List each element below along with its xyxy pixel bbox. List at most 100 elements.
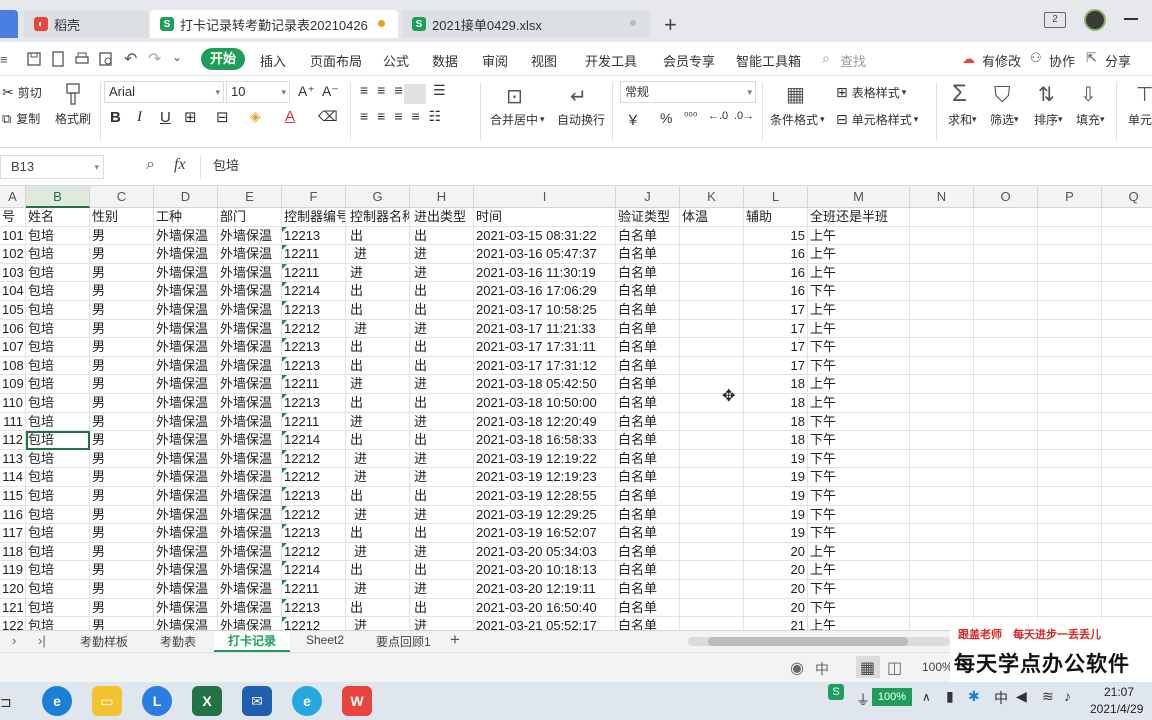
- cell[interactable]: 出: [346, 598, 410, 618]
- bold-button[interactable]: B: [110, 109, 121, 126]
- cell[interactable]: 白名单: [616, 449, 680, 469]
- cell[interactable]: 验证类型: [616, 208, 680, 227]
- cell[interactable]: 男: [90, 561, 154, 580]
- battery-indicator[interactable]: 100%: [872, 688, 912, 706]
- cell[interactable]: 包培: [26, 263, 90, 283]
- cell[interactable]: 出: [410, 226, 474, 246]
- wps-tray-icon[interactable]: S: [828, 684, 844, 700]
- cell[interactable]: 包培: [26, 505, 90, 525]
- cell[interactable]: 体温: [680, 208, 744, 227]
- spreadsheet-grid[interactable]: A B C D E F G H I J K L M N O P Q 号姓名 性别 工种 部门 控制器编号 控制器名称 进出类型…: [0, 186, 1152, 630]
- cell[interactable]: [974, 431, 1038, 450]
- clock-time[interactable]: 21:07: [1104, 685, 1134, 699]
- menu-formula[interactable]: 公式: [383, 51, 409, 70]
- cell[interactable]: 上午: [808, 301, 910, 320]
- cell[interactable]: 21: [744, 617, 808, 630]
- cell[interactable]: 进: [410, 617, 474, 630]
- cell[interactable]: 出: [410, 282, 474, 301]
- cell[interactable]: 外墙保温: [218, 356, 282, 376]
- row-number-cell[interactable]: 116: [0, 505, 26, 525]
- cell[interactable]: 包培: [26, 245, 90, 264]
- cell[interactable]: 控制器编号: [282, 208, 346, 227]
- cell[interactable]: 出: [410, 338, 474, 357]
- cell[interactable]: 外墙保温: [218, 226, 282, 246]
- cell[interactable]: 12212: [282, 449, 346, 469]
- microphone-icon[interactable]: ▮: [946, 688, 954, 705]
- cell[interactable]: 12212: [282, 468, 346, 487]
- number-format-select[interactable]: 常规 ▾: [620, 81, 756, 103]
- column-header-i[interactable]: I: [474, 186, 616, 208]
- menu-member[interactable]: 会员专享: [663, 51, 715, 70]
- border-icon[interactable]: ⊞: [184, 108, 197, 126]
- cell[interactable]: 男: [90, 598, 154, 618]
- cell[interactable]: 2021-03-16 11:30:19: [474, 263, 616, 283]
- cell[interactable]: 19: [744, 505, 808, 525]
- increase-decimal-icon[interactable]: ←.0: [708, 110, 728, 122]
- cell[interactable]: [1038, 394, 1102, 413]
- format-painter-button[interactable]: 格式刷: [55, 110, 91, 127]
- cell[interactable]: 外墙保温: [154, 226, 218, 246]
- cell[interactable]: 下午: [808, 505, 910, 525]
- cell[interactable]: 外墙保温: [154, 319, 218, 339]
- name-box[interactable]: B13 ▾: [0, 155, 104, 179]
- edge-browser-icon[interactable]: e: [42, 686, 72, 716]
- cell[interactable]: 白名单: [616, 282, 680, 301]
- cell[interactable]: 上午: [808, 394, 910, 413]
- cell[interactable]: [1102, 487, 1152, 506]
- cell[interactable]: 包培: [26, 226, 90, 246]
- cell[interactable]: 外墙保温: [154, 542, 218, 562]
- cell[interactable]: [1038, 524, 1102, 543]
- cell[interactable]: 进: [346, 617, 410, 630]
- cell[interactable]: 男: [90, 338, 154, 357]
- cell[interactable]: 包培: [26, 598, 90, 618]
- cell[interactable]: 2021-03-19 12:19:22: [474, 449, 616, 469]
- column-header-d[interactable]: D: [154, 186, 218, 208]
- cell[interactable]: 外墙保温: [154, 617, 218, 630]
- wps-icon[interactable]: W: [342, 686, 372, 716]
- cell[interactable]: [974, 449, 1038, 469]
- cell[interactable]: 外墙保温: [218, 412, 282, 432]
- cell[interactable]: [974, 505, 1038, 525]
- cell[interactable]: 2021-03-21 05:52:17: [474, 617, 616, 630]
- row-number-cell[interactable]: 107: [0, 338, 26, 357]
- cell[interactable]: 包培: [26, 487, 90, 506]
- tab-active-workbook[interactable]: S 打卡记录转考勤记录表20210426: [150, 10, 398, 38]
- cell[interactable]: [1102, 431, 1152, 450]
- cell[interactable]: 19: [744, 524, 808, 543]
- cell[interactable]: 工种: [154, 208, 218, 227]
- merge-center-button[interactable]: 合并居中 ▾: [490, 111, 545, 128]
- sum-button[interactable]: 求和 ▾: [948, 111, 977, 128]
- cell[interactable]: 进: [346, 505, 410, 525]
- cell[interactable]: 17: [744, 319, 808, 339]
- cell[interactable]: 12211: [282, 375, 346, 394]
- cell[interactable]: 包培: [26, 542, 90, 562]
- cell[interactable]: 白名单: [616, 394, 680, 413]
- cell[interactable]: 12212: [282, 542, 346, 562]
- cell[interactable]: 男: [90, 580, 154, 599]
- cell[interactable]: 2021-03-19 12:28:55: [474, 487, 616, 506]
- cell[interactable]: 下午: [808, 468, 910, 487]
- cell[interactable]: 白名单: [616, 263, 680, 283]
- cell[interactable]: 进: [346, 319, 410, 339]
- cell[interactable]: 包培: [26, 356, 90, 376]
- search-icon[interactable]: ⌕: [822, 50, 830, 67]
- sheet-tab-4[interactable]: Sheet2: [306, 633, 344, 647]
- cell[interactable]: 白名单: [616, 524, 680, 543]
- cell[interactable]: 进: [410, 263, 474, 283]
- file-explorer-icon[interactable]: ▭: [92, 686, 122, 716]
- cell[interactable]: [680, 505, 744, 525]
- cell[interactable]: 男: [90, 282, 154, 301]
- cell[interactable]: 17: [744, 338, 808, 357]
- app-l-icon[interactable]: L: [142, 686, 172, 716]
- cell[interactable]: 男: [90, 245, 154, 264]
- window-count-badge[interactable]: 2: [1044, 12, 1066, 28]
- cell[interactable]: 进: [410, 375, 474, 394]
- increase-font-icon[interactable]: A⁺: [298, 83, 315, 100]
- row-number-cell[interactable]: 122: [0, 617, 26, 630]
- cell[interactable]: 19: [744, 468, 808, 487]
- font-size-select[interactable]: 10 ▾: [226, 81, 290, 103]
- cell[interactable]: 进: [346, 245, 410, 264]
- cell[interactable]: 外墙保温: [218, 394, 282, 413]
- row-number-cell[interactable]: 102: [0, 245, 26, 264]
- cell[interactable]: 12211: [282, 580, 346, 599]
